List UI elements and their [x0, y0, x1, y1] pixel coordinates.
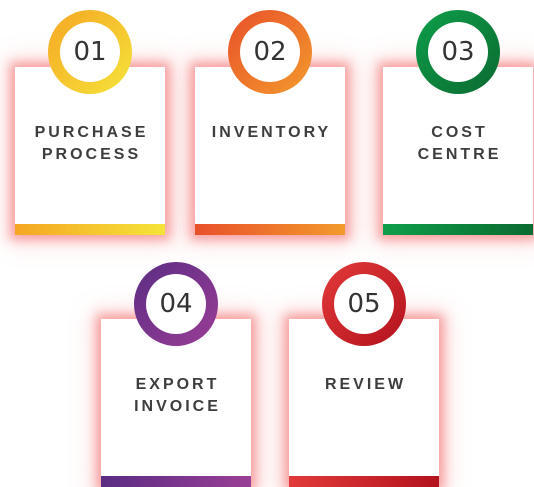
step-label: COST CENTRE — [417, 124, 502, 163]
step-color-bar — [195, 224, 345, 235]
step-number: 05 — [334, 274, 394, 334]
step-color-bar — [101, 476, 251, 487]
step-label: EXPORT INVOICE — [134, 376, 221, 415]
step-color-bar — [383, 224, 533, 235]
step-label: PURCHASE PROCESS — [34, 124, 149, 163]
step-number-badge: 03 — [416, 10, 500, 94]
step-number: 01 — [60, 22, 120, 82]
step-color-bar — [289, 476, 439, 487]
step-number: 03 — [428, 22, 488, 82]
step-number-badge: 05 — [322, 262, 406, 346]
step-number: 02 — [240, 22, 300, 82]
step-number-badge: 04 — [134, 262, 218, 346]
step-number: 04 — [146, 274, 206, 334]
step-label: REVIEW — [324, 376, 407, 393]
step-number-badge: 01 — [48, 10, 132, 94]
step-color-bar — [15, 224, 165, 235]
step-number-badge: 02 — [228, 10, 312, 94]
step-label: INVENTORY — [211, 124, 332, 141]
